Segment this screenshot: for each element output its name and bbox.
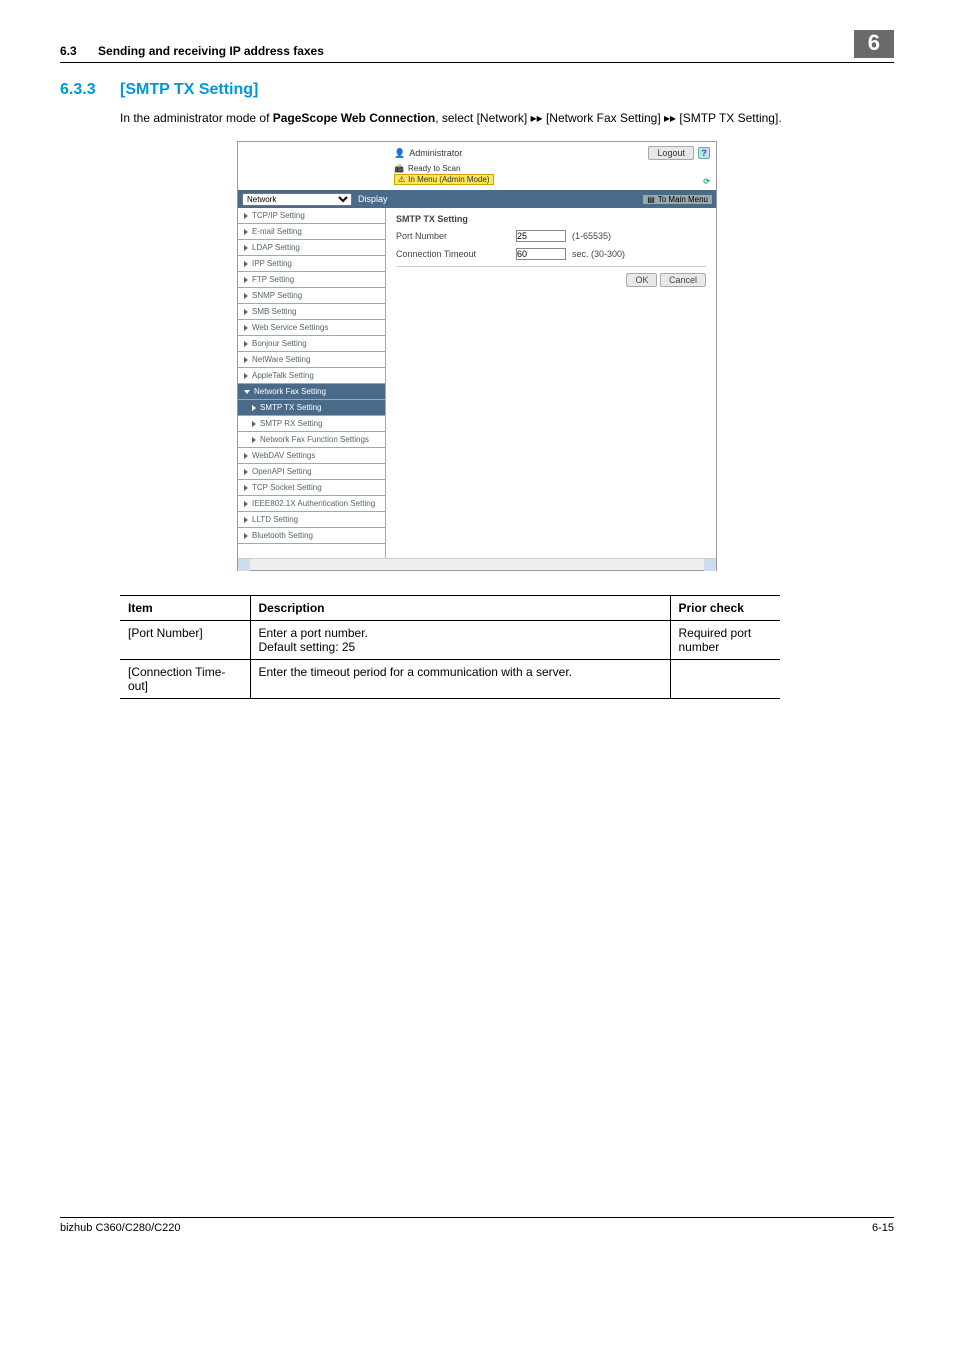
table-cell-desc: Enter the timeout period for a communica…	[250, 660, 670, 699]
chapter-badge: 6	[854, 30, 894, 58]
sidebar-item[interactable]: SNMP Setting	[238, 288, 385, 304]
sidebar-item[interactable]: IEEE802.1X Authentication Setting	[238, 496, 385, 512]
display-button[interactable]: Display	[358, 194, 388, 204]
port-number-range: (1-65535)	[572, 231, 611, 241]
page-footer: bizhub C360/C280/C220 6-15	[60, 1217, 894, 1234]
section-heading: 6.3.3[SMTP TX Setting]	[60, 81, 894, 99]
sidebar-item[interactable]: TCP/IP Setting	[238, 208, 385, 224]
connection-timeout-range: sec. (30-300)	[572, 249, 625, 259]
intro-post: , select [Network] ▸▸ [Network Fax Setti…	[435, 111, 781, 125]
footer-page-number: 6-15	[872, 1222, 894, 1234]
intro-bold: PageScope Web Connection	[273, 111, 435, 125]
to-main-menu-button[interactable]: ▤ To Main Menu	[643, 195, 712, 204]
admin-indicator: 👤Administrator	[394, 146, 462, 160]
refresh-icon[interactable]: ⟳	[703, 177, 710, 186]
admin-label: Administrator	[409, 148, 462, 158]
section-heading-num: 6.3.3	[60, 81, 120, 99]
intro-pre: In the administrator mode of	[120, 111, 273, 125]
table-cell-item: [Connection Time-out]	[120, 660, 250, 699]
sidebar-item[interactable]: Bluetooth Setting	[238, 528, 385, 544]
section-title-header: Sending and receiving IP address faxes	[98, 44, 324, 58]
sidebar-item[interactable]: NetWare Setting	[238, 352, 385, 368]
connection-timeout-label: Connection Timeout	[396, 249, 516, 259]
table-header-item: Item	[120, 596, 250, 621]
sidebar-item[interactable]: E-mail Setting	[238, 224, 385, 240]
connection-timeout-input[interactable]	[516, 248, 566, 260]
sidebar: TCP/IP Setting E-mail Setting LDAP Setti…	[238, 208, 386, 558]
ok-button[interactable]: OK	[626, 273, 657, 287]
category-select[interactable]: Network	[242, 193, 352, 206]
intro-paragraph: In the administrator mode of PageScope W…	[120, 109, 894, 127]
table-row: [Connection Time-out] Enter the timeout …	[120, 660, 780, 699]
sidebar-item[interactable]: TCP Socket Setting	[238, 480, 385, 496]
section-heading-title: [SMTP TX Setting]	[120, 81, 258, 98]
page-header: 6.3 Sending and receiving IP address fax…	[60, 30, 894, 63]
table-cell-prior: Required port number	[670, 621, 780, 660]
sidebar-item[interactable]: Web Service Settings	[238, 320, 385, 336]
port-number-input[interactable]	[516, 230, 566, 242]
section-number: 6.3	[60, 44, 77, 58]
sidebar-item[interactable]: SMB Setting	[238, 304, 385, 320]
sidebar-subitem[interactable]: Network Fax Function Settings	[238, 432, 385, 448]
sidebar-item[interactable]: LDAP Setting	[238, 240, 385, 256]
sidebar-item[interactable]: LLTD Setting	[238, 512, 385, 528]
status-ready: 📠Ready to Scan	[394, 164, 703, 173]
sidebar-item-active[interactable]: Network Fax Setting	[238, 384, 385, 400]
cancel-button[interactable]: Cancel	[660, 273, 706, 287]
sidebar-subitem[interactable]: SMTP TX Setting	[238, 400, 385, 416]
sidebar-item[interactable]: FTP Setting	[238, 272, 385, 288]
sidebar-item[interactable]: OpenAPI Setting	[238, 464, 385, 480]
sidebar-subitem[interactable]: SMTP RX Setting	[238, 416, 385, 432]
port-number-label: Port Number	[396, 231, 516, 241]
footer-model: bizhub C360/C280/C220	[60, 1222, 180, 1234]
parameters-table: Item Description Prior check [Port Numbe…	[120, 595, 780, 699]
sidebar-item[interactable]: Bonjour Setting	[238, 336, 385, 352]
horizontal-scrollbar[interactable]	[238, 558, 716, 570]
table-header-description: Description	[250, 596, 670, 621]
table-cell-desc: Enter a port number. Default setting: 25	[250, 621, 670, 660]
table-row: [Port Number] Enter a port number. Defau…	[120, 621, 780, 660]
sidebar-item[interactable]: IPP Setting	[238, 256, 385, 272]
table-cell-prior	[670, 660, 780, 699]
sidebar-item[interactable]: AppleTalk Setting	[238, 368, 385, 384]
help-icon[interactable]: ?	[698, 147, 710, 159]
logout-button[interactable]: Logout	[648, 146, 694, 160]
panel-title: SMTP TX Setting	[396, 214, 706, 224]
status-menu-mode: ⚠In Menu (Admin Mode)	[394, 174, 494, 185]
sidebar-item[interactable]: WebDAV Settings	[238, 448, 385, 464]
table-cell-item: [Port Number]	[120, 621, 250, 660]
table-header-prior: Prior check	[670, 596, 780, 621]
screenshot-panel: 👤Administrator Logout ? 📠Ready to Scan ⚠…	[237, 141, 717, 571]
